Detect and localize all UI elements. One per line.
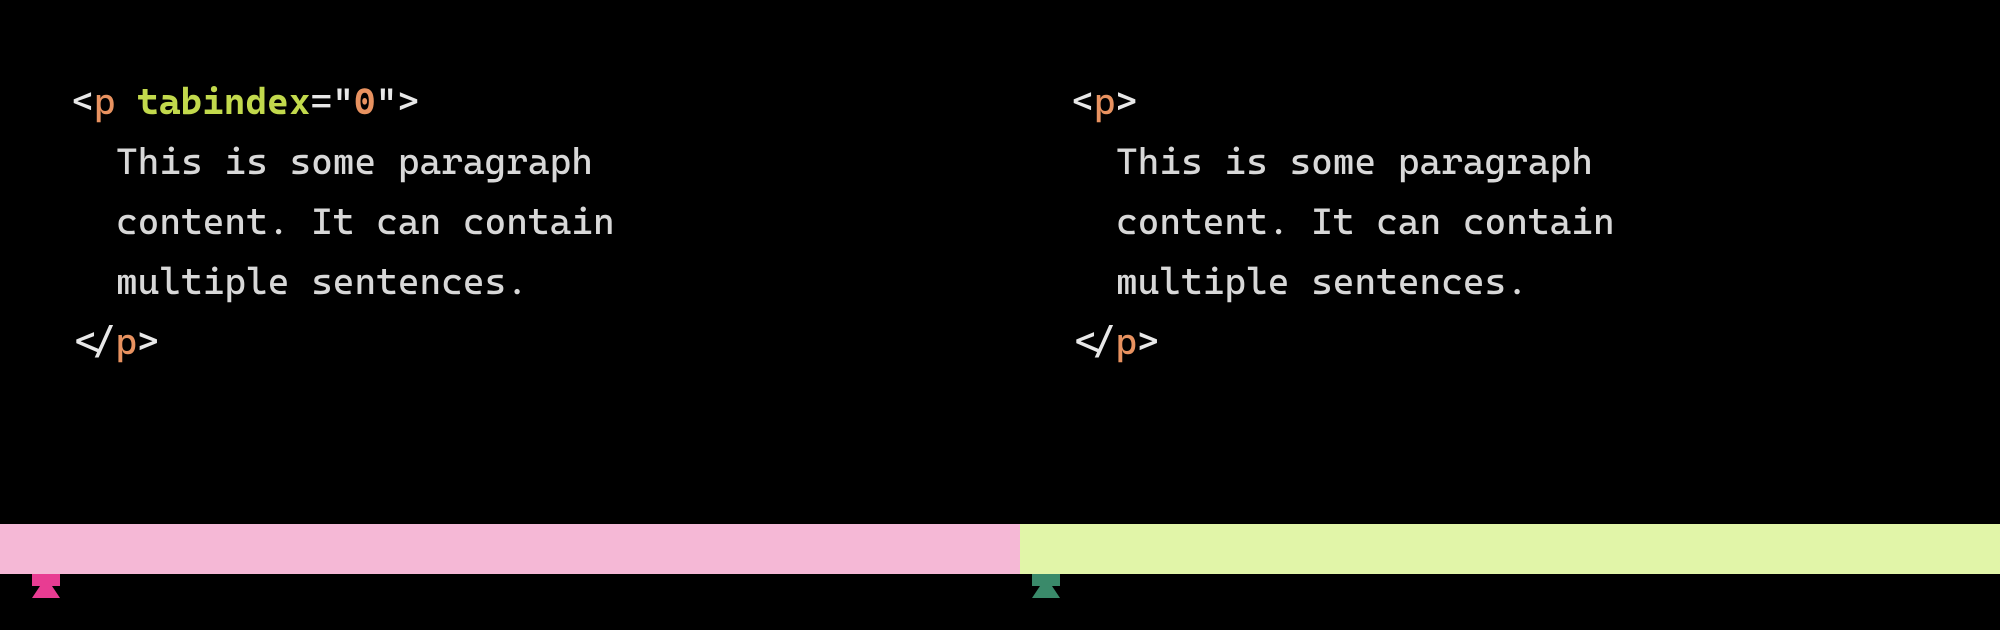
final-bracket-right: > [1137,320,1159,363]
close-tag-name-right: p [1115,320,1137,363]
paragraph-text-2: content. It can contain [116,200,615,243]
main-container: <p tabindex="0"> This is some paragraph … [0,0,2000,630]
code-line-open-tag-right: <p> [1072,72,2000,132]
bottom-color-stripe [0,524,2000,574]
code-line-content-1: This is some paragraph [72,132,1000,192]
close-open-bracket-right: </ [1072,320,1115,363]
attribute-value: 0 [354,80,376,123]
flag-icon-left [32,574,60,598]
open-angle-bracket-right: < [1072,80,1094,123]
code-panels-row: <p tabindex="0"> This is some paragraph … [0,0,2000,524]
code-panel-left: <p tabindex="0"> This is some paragraph … [0,72,1000,524]
code-line-content-2: content. It can contain [72,192,1000,252]
code-line-close-tag-right: </p> [1072,312,2000,372]
tag-space [115,80,137,123]
close-angle-bracket: > [397,80,419,123]
paragraph-text-2-right: content. It can contain [1116,200,1615,243]
tag-name-right: p [1094,80,1116,123]
bottom-bar [0,574,2000,630]
close-angle-bracket-right: > [1115,80,1137,123]
flag-icon-right [1032,574,1060,598]
code-line-content-3: multiple sentences. [72,252,1000,312]
attribute-quote-close: " [376,80,398,123]
tag-name: p [94,80,116,123]
attribute-quote-open: " [332,80,354,123]
open-angle-bracket: < [72,80,94,123]
code-line-open-tag: <p tabindex="0"> [72,72,1000,132]
close-open-bracket: </ [72,320,115,363]
code-line-close-tag: </p> [72,312,1000,372]
code-line-content-3-right: multiple sentences. [1072,252,2000,312]
attribute-name: tabindex [137,80,310,123]
final-bracket: > [137,320,159,363]
paragraph-text-1-right: This is some paragraph [1116,140,1593,183]
close-tag-name: p [115,320,137,363]
code-line-content-1-right: This is some paragraph [1072,132,2000,192]
paragraph-text-1: This is some paragraph [116,140,593,183]
code-panel-right: <p> This is some paragraph content. It c… [1000,72,2000,524]
paragraph-text-3: multiple sentences. [116,260,528,303]
paragraph-text-3-right: multiple sentences. [1116,260,1528,303]
code-line-content-2-right: content. It can contain [1072,192,2000,252]
stripe-left-pink [0,524,1020,574]
attribute-equals: = [311,80,333,123]
stripe-right-green [1020,524,2000,574]
